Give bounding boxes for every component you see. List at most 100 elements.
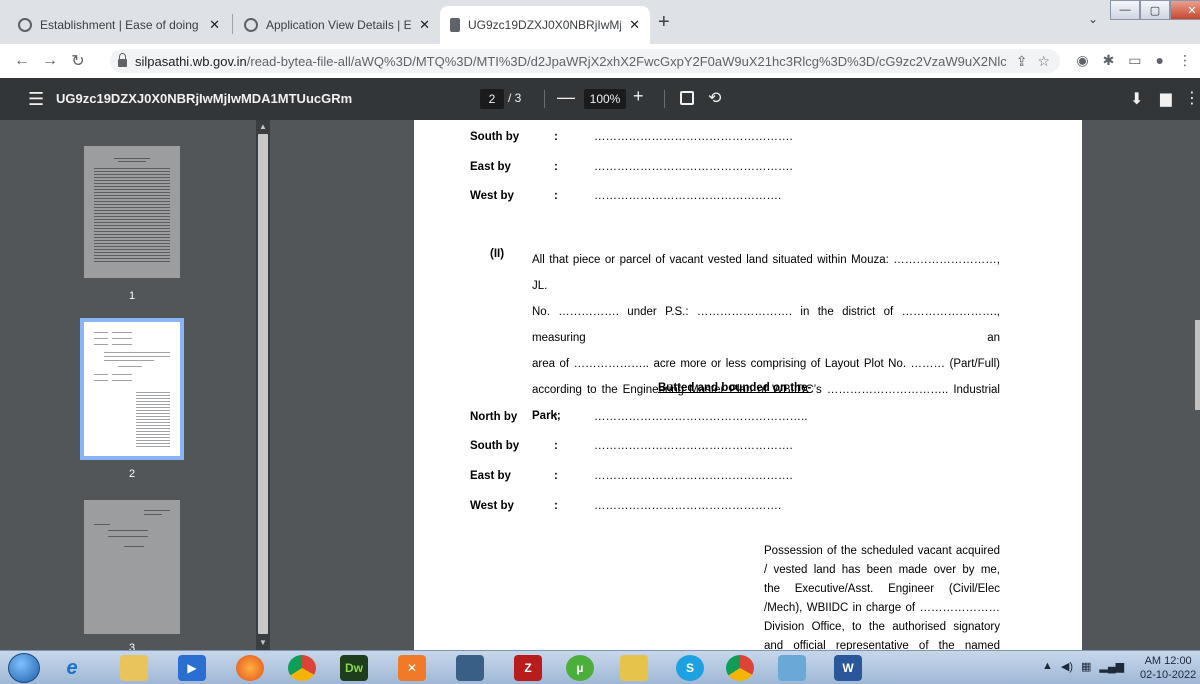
close-window-button[interactable]: ✕ [1170,0,1200,20]
tab-search-icon[interactable]: ⌄ [1088,12,1098,26]
volume-icon[interactable]: ◀) [1061,660,1073,673]
thumbnail-text-line [94,225,170,226]
thumbnail-sidebar: 1 2 3 ▲ ▼ [0,120,272,650]
thumbnail-text-line [94,237,170,238]
internet-explorer-icon[interactable]: e [58,655,86,681]
paragraph-line: Division Office, to the authorised signa… [764,621,1000,633]
more-options-icon[interactable]: ⋮ [1184,88,1200,108]
boundary-row-east: East by : ……………………………………………. [470,161,793,173]
skype-icon[interactable]: S [676,655,704,681]
thumbnail-text-line [94,201,170,202]
back-arrow-icon[interactable]: ← [8,52,36,70]
paragraph-line: the Executive/Asst. Engineer (Civil/Elec [764,583,1000,595]
paragraph-line: No. ……………. under P.S.: ……………………. in the … [532,306,1000,344]
profile-avatar-icon[interactable]: ● [1156,52,1164,69]
tab-application-view[interactable]: Application View Details | Ease of ✕ [234,6,440,44]
extensions-puzzle-icon[interactable]: ✱ [1103,52,1115,69]
tab-title: UG9zc19DZXJ0X0NBRjIwMjIwMD [468,18,622,32]
thumbnail-text-line [94,174,170,175]
taskbar-clock[interactable]: AM 12:00 02-10-2022 [1140,654,1196,682]
minimize-button[interactable]: — [1110,0,1140,20]
tab-strip: Establishment | Ease of doing bu ✕ Appli… [0,0,1200,44]
filezilla-icon[interactable]: Z [514,655,542,681]
thumbnail-text-line [94,243,170,244]
maximize-button[interactable]: ▢ [1140,0,1170,20]
url-text[interactable]: silpasathi.wb.gov.in/read-bytea-file-all… [135,54,1006,69]
thumbnail-text-line [94,207,170,208]
thumbnail-text-line [94,338,108,339]
thumbnail-text-line [136,425,170,426]
viewer-scrollbar-thumb[interactable] [1195,320,1200,410]
share-icon[interactable]: ⇪ [1016,53,1028,70]
scroll-up-arrow-icon[interactable]: ▲ [256,122,270,134]
zoom-out-button[interactable]: — [557,87,575,108]
zoom-in-button[interactable]: + [633,86,644,107]
xampp-icon[interactable]: ✕ [398,655,426,681]
boundary-row-west: West by : …………………………………………. [470,190,782,202]
fit-page-icon[interactable] [680,91,694,105]
thumbnail-text-line [136,395,170,396]
tab-establishment[interactable]: Establishment | Ease of doing bu ✕ [8,6,230,44]
thumbnail-text-line [94,180,170,181]
page-thumbnail-3[interactable] [84,500,180,634]
page-thumbnail-2[interactable] [80,318,184,460]
thumbnail-text-line [136,434,170,435]
chrome-icon[interactable] [726,655,754,681]
sidebar-scrollbar-thumb[interactable] [258,134,268,634]
firefox-icon[interactable] [236,655,264,681]
signal-icon[interactable]: ▂▄▆ [1099,660,1124,673]
thumbnail-text-line [94,189,170,190]
address-bar[interactable]: silpasathi.wb.gov.in/read-bytea-file-all… [110,49,1060,73]
pdf-document-title: UG9zc19DZXJ0X0NBRjIwMjIwMDA1MTUucGRm [56,91,353,106]
thumbnail-text-line [136,410,170,411]
paragraph-line: /Mech), WBIIDC in charge of ………………… [764,602,1000,614]
word-icon[interactable]: W [834,655,862,681]
close-tab-icon[interactable]: ✕ [629,17,640,33]
python-icon[interactable] [620,655,648,681]
new-tab-button[interactable]: + [658,12,670,32]
download-icon[interactable]: ⬇ [1130,89,1143,109]
thumbnail-text-line [104,360,154,361]
thumbnail-text-line [108,530,148,531]
thumbnail-label: 3 [128,642,136,650]
postgresql-icon[interactable] [456,655,484,681]
page-thumbnail-1[interactable] [84,146,180,278]
camera-icon[interactable]: ◉ [1076,52,1088,69]
close-tab-icon[interactable]: ✕ [419,17,430,33]
file-explorer-icon[interactable] [120,655,148,681]
tab-pdf-active[interactable]: UG9zc19DZXJ0X0NBRjIwMjIwMD ✕ [440,6,650,44]
toolbar-divider [544,90,545,108]
thumbnail-text-line [94,216,170,217]
thumbnail-text-line [94,240,170,241]
hamburger-menu-icon[interactable]: ☰ [28,89,44,110]
thumbnail-text-line [94,228,170,229]
rotate-icon[interactable]: ⟲ [708,88,721,108]
tray-expand-icon[interactable]: ▲ [1042,660,1053,673]
zoom-level-input[interactable]: 100% [584,89,626,109]
utorrent-icon[interactable]: µ [566,655,594,681]
notepad-icon[interactable] [778,655,806,681]
reload-icon[interactable]: ↻ [64,51,92,71]
pdf-viewport[interactable]: South by : ……………………………………………. East by : … [272,120,1200,650]
tab-title: Application View Details | Ease of [266,18,412,32]
page-number-input[interactable]: 2 [480,89,504,109]
thumbnail-text-line [94,210,170,211]
lock-icon[interactable] [118,53,127,67]
network-icon[interactable]: ▦ [1081,660,1091,673]
print-icon[interactable]: ▆ [1160,89,1172,107]
media-player-icon[interactable]: ▶ [178,655,206,681]
thumbnail-text-line [144,514,162,515]
side-panel-icon[interactable]: ▭ [1128,52,1141,69]
bookmark-star-icon[interactable]: ☆ [1037,53,1050,70]
chrome-icon[interactable] [288,655,316,681]
chrome-menu-icon[interactable]: ⋮ [1178,52,1192,69]
thumbnail-text-line [104,356,170,357]
forward-arrow-icon[interactable]: → [36,52,64,70]
thumbnail-text-line [112,374,132,375]
close-tab-icon[interactable]: ✕ [209,17,220,33]
scroll-down-arrow-icon[interactable]: ▼ [256,638,270,650]
thumbnail-text-line [136,446,170,447]
dreamweaver-icon[interactable]: Dw [340,655,368,681]
thumbnail-text-line [94,344,108,345]
start-button[interactable] [8,653,40,683]
